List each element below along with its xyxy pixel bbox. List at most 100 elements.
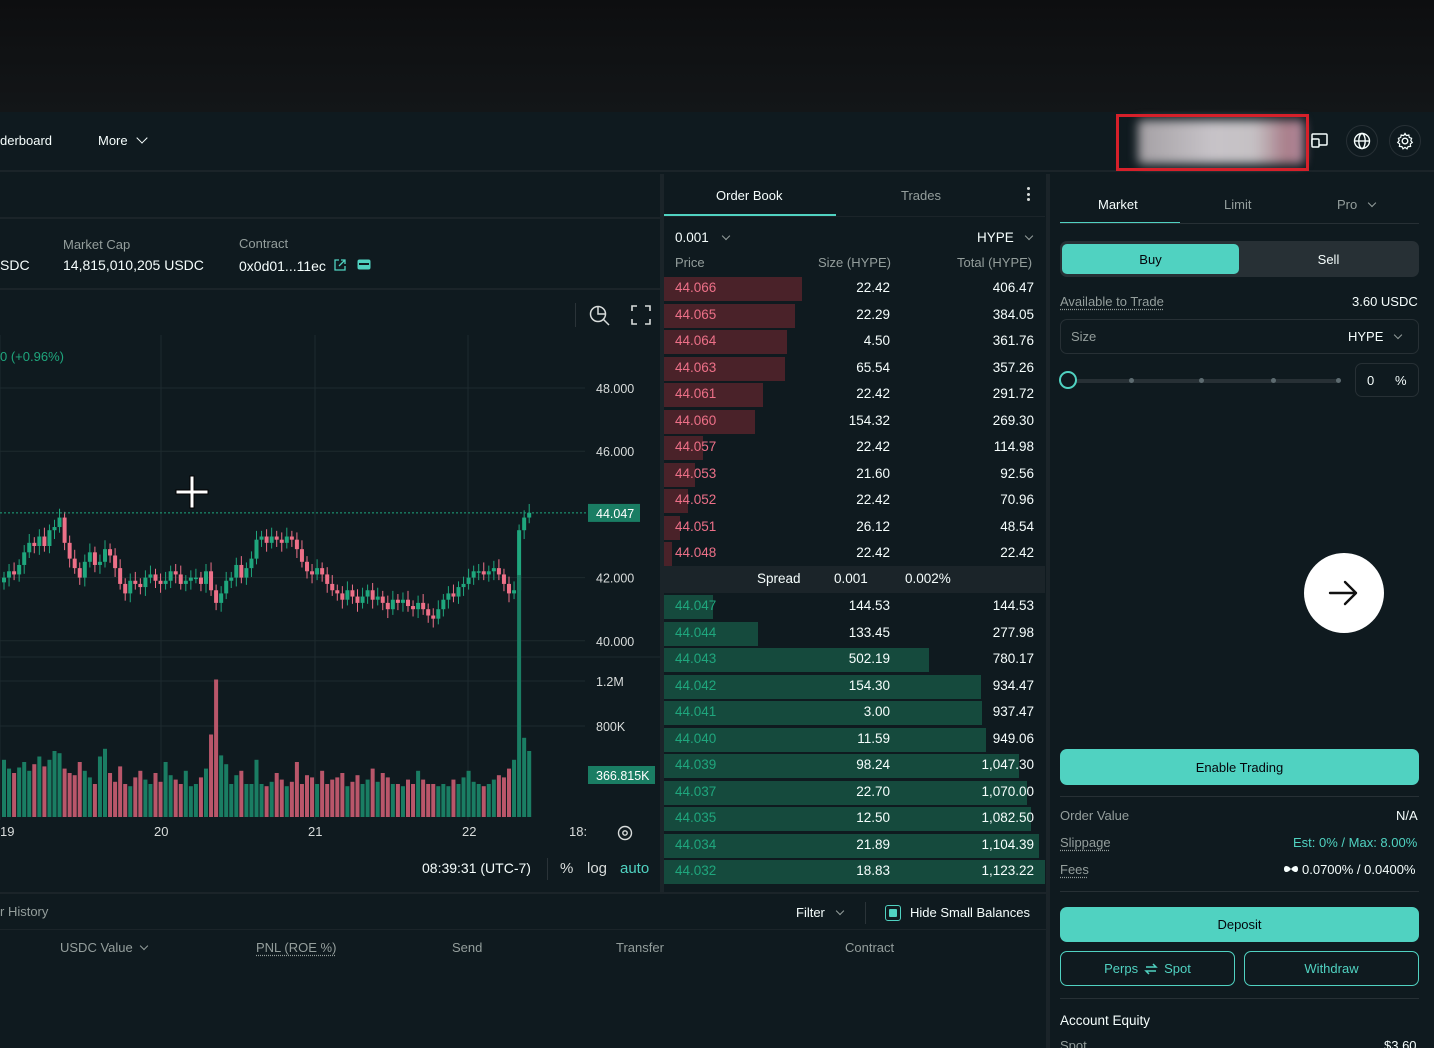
perps-spot-transfer-button[interactable]: Perps Spot: [1060, 951, 1235, 986]
row-size: 11.59: [857, 730, 890, 746]
chevron-down-icon: [1024, 231, 1034, 240]
volume-bar: [103, 748, 107, 817]
filter-dropdown[interactable]: Filter: [796, 905, 845, 920]
nav-more-label: More: [98, 133, 128, 148]
bid-row[interactable]: 44.041 3.00 937.47: [664, 700, 1045, 727]
column-usdc-value[interactable]: USDC Value: [60, 940, 148, 955]
ask-row[interactable]: 44.060 154.32 269.30: [664, 409, 1045, 436]
divider: [865, 902, 866, 924]
candle-body: [92, 552, 97, 565]
time-tick-label: 18:: [569, 824, 587, 839]
tab-limit[interactable]: Limit: [1224, 197, 1251, 212]
contract-value[interactable]: 0x0d01...11ec: [239, 258, 326, 274]
ask-row[interactable]: 44.061 22.42 291.72: [664, 382, 1045, 409]
bid-row[interactable]: 44.035 12.50 1,082.50: [664, 806, 1045, 833]
chart-settings-icon: [617, 825, 633, 841]
volume-bar: [128, 786, 133, 817]
bid-row[interactable]: 44.042 154.30 934.47: [664, 674, 1045, 701]
size-unit-select[interactable]: HYPE: [1348, 329, 1403, 344]
candle-body: [47, 530, 52, 546]
bid-row[interactable]: 44.034 21.89 1,104.39: [664, 833, 1045, 860]
hide-small-checkbox[interactable]: [885, 905, 901, 921]
bid-row[interactable]: 44.047 144.53 144.53: [664, 594, 1045, 621]
row-price: 44.035: [675, 810, 717, 825]
ask-row[interactable]: 44.053 21.60 92.56: [664, 462, 1045, 489]
candle-body: [97, 561, 102, 565]
tab-pro-label: Pro: [1337, 197, 1358, 212]
top-blank-area: [0, 0, 1434, 112]
row-price: 44.044: [675, 624, 717, 640]
ask-row[interactable]: 44.066 22.42 406.47: [664, 276, 1045, 303]
candle-body: [12, 571, 17, 575]
ask-row[interactable]: 44.065 22.29 384.05: [664, 303, 1045, 330]
multi-screen-button[interactable]: [1309, 126, 1331, 159]
tab-trades[interactable]: Trades: [901, 188, 941, 203]
volume-bar: [178, 784, 183, 817]
sell-button[interactable]: Sell: [1240, 244, 1417, 274]
candle-body: [113, 555, 118, 569]
size-slider-handle[interactable]: [1059, 371, 1077, 389]
next-arrow-button[interactable]: [1304, 553, 1384, 633]
volume-bar: [527, 751, 532, 817]
withdraw-button[interactable]: Withdraw: [1244, 951, 1419, 986]
volume-bar: [17, 767, 22, 817]
deposit-button[interactable]: Deposit: [1060, 907, 1419, 942]
bid-row[interactable]: 44.040 11.59 949.06: [664, 727, 1045, 754]
volume-bar: [193, 784, 198, 817]
row-total: 937.47: [992, 704, 1034, 719]
tab-pro[interactable]: Pro: [1337, 197, 1377, 212]
bid-row[interactable]: 44.032 18.83 1,123.22: [664, 859, 1045, 886]
external-link-icon[interactable]: [333, 258, 347, 272]
tick-size-select[interactable]: 0.001: [675, 230, 731, 245]
row-price: 44.060: [675, 412, 717, 428]
crosshair-cursor-icon: [175, 475, 209, 509]
candle-body: [305, 561, 309, 572]
enable-trading-button[interactable]: Enable Trading: [1060, 749, 1419, 785]
nav-more-menu[interactable]: More: [98, 132, 148, 148]
bid-row[interactable]: 44.044 133.45 277.98: [664, 621, 1045, 648]
ask-row[interactable]: 44.063 65.54 357.26: [664, 356, 1045, 383]
volume-tick-label: 1.2M: [596, 675, 624, 689]
percent-scale-button[interactable]: %: [560, 860, 573, 877]
bid-row[interactable]: 44.043 502.19 780.17: [664, 647, 1045, 674]
more-options-icon[interactable]: [1026, 187, 1030, 201]
size-percent-input[interactable]: [1355, 363, 1419, 397]
ask-row[interactable]: 44.057 22.42 114.98: [664, 435, 1045, 462]
gear-icon: [1396, 132, 1414, 150]
candle-body: [198, 577, 203, 584]
volume-bar: [188, 786, 193, 817]
price-chart[interactable]: 48.000 46.000 42.000 40.000 1.2M 800K 44.047 36…: [0, 290, 660, 890]
volume-bar: [350, 781, 355, 817]
row-size: 22.42: [856, 386, 890, 401]
row-size: 154.32: [848, 412, 890, 428]
candle-body: [173, 571, 178, 575]
buy-button[interactable]: Buy: [1062, 244, 1239, 274]
volume-bar: [305, 775, 309, 817]
ask-row[interactable]: 44.052 22.42 70.96: [664, 488, 1045, 515]
nav-leaderboard-link[interactable]: derboard: [0, 133, 52, 148]
candle-body: [466, 577, 471, 584]
volume-bar: [340, 773, 345, 817]
ask-row[interactable]: 44.064 4.50 361.76: [664, 329, 1045, 356]
ask-row[interactable]: 44.051 26.12 48.54: [664, 515, 1045, 542]
slippage-label: Slippage: [1060, 835, 1111, 850]
volume-bar: [168, 775, 173, 817]
volume-bar: [380, 773, 385, 817]
candle-body: [365, 590, 370, 597]
tab-market[interactable]: Market: [1098, 197, 1138, 212]
asset-unit-select[interactable]: HYPE: [977, 230, 1034, 245]
candle-body: [168, 571, 173, 581]
wallet-icon[interactable]: [357, 259, 371, 270]
ask-row[interactable]: 44.048 22.42 22.42: [664, 541, 1045, 568]
tab-order-history[interactable]: r History: [0, 904, 48, 919]
tab-order-book[interactable]: Order Book: [716, 188, 782, 203]
bid-row[interactable]: 44.037 22.70 1,070.00: [664, 780, 1045, 807]
row-total: 92.56: [1000, 465, 1034, 481]
auto-scale-button[interactable]: auto: [620, 860, 649, 877]
settings-button[interactable]: [1389, 125, 1421, 157]
log-scale-button[interactable]: log: [587, 860, 607, 877]
candle-body: [158, 580, 163, 584]
row-price: 44.066: [675, 280, 717, 295]
bid-row[interactable]: 44.039 98.24 1,047.30: [664, 753, 1045, 780]
language-button[interactable]: [1346, 125, 1378, 157]
